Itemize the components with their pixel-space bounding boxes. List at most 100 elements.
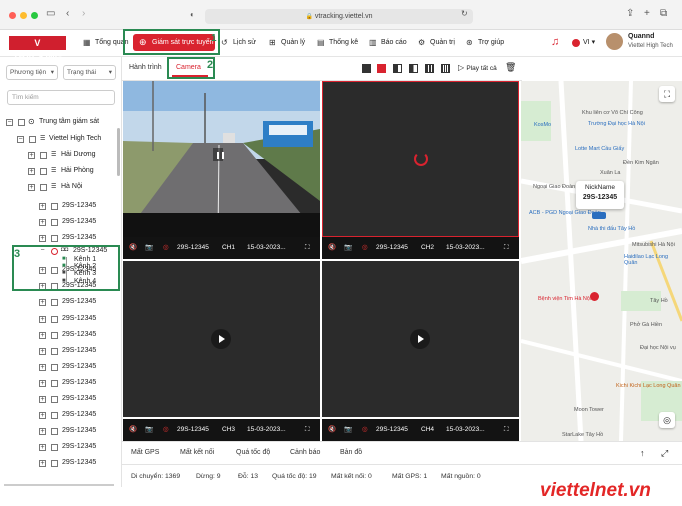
tab-lost-connection[interactable]: Mất kết nối — [180, 449, 214, 456]
tree-vehicle-label[interactable]: 29S-12345 — [62, 331, 96, 338]
snapshot-icon[interactable]: 📷 — [344, 237, 352, 259]
share-icon[interactable]: ⇪ — [626, 8, 634, 19]
close-window-button[interactable] — [9, 12, 16, 19]
video-frame-ch1[interactable] — [123, 81, 320, 237]
tab-warning[interactable]: Cảnh báo — [290, 449, 320, 456]
fullscreen-icon[interactable]: ⛶ — [305, 237, 310, 259]
nav-history[interactable]: ↺ Lịch sử — [221, 33, 256, 52]
tree-expand-group[interactable]: + — [28, 168, 35, 175]
tree-root-label[interactable]: Trung tâm giám sát — [39, 118, 99, 125]
vehicle-marker-icon[interactable] — [592, 212, 606, 219]
tree-expand-vehicle[interactable]: + — [39, 203, 46, 210]
tree-expand-group[interactable]: + — [28, 184, 35, 191]
layout-6-icon[interactable] — [393, 64, 402, 73]
horizontal-scrollbar[interactable] — [4, 484, 114, 486]
tree-checkbox-group[interactable] — [40, 152, 47, 159]
tree-checkbox-vehicle[interactable] — [51, 396, 58, 403]
tree-expand-company[interactable]: − — [17, 136, 24, 143]
tree-group-label[interactable]: Hải Phòng — [61, 167, 94, 174]
play-all-button[interactable]: ▷ Play tất cả — [458, 63, 497, 72]
user-name[interactable]: Quannd — [628, 33, 654, 40]
tree-expand-root[interactable]: − — [6, 119, 13, 126]
forward-icon[interactable]: › — [82, 8, 85, 19]
tree-checkbox-vehicle[interactable] — [51, 428, 58, 435]
tree-expand-vehicle[interactable]: + — [39, 364, 46, 371]
tree-expand-vehicle[interactable]: + — [39, 316, 46, 323]
tree-checkbox-vehicle[interactable] — [51, 460, 58, 467]
vehicle-filter[interactable]: Phương tiện ▾ — [6, 65, 58, 80]
tabs-overview-icon[interactable]: ⧉ — [660, 8, 667, 19]
tree-checkbox-vehicle[interactable] — [51, 380, 58, 387]
record-icon[interactable]: ◎ — [163, 419, 169, 441]
video-frame-ch2[interactable] — [322, 81, 519, 237]
reload-icon[interactable]: ↻ — [461, 9, 468, 18]
tree-group-label[interactable]: Hải Dương — [61, 151, 96, 158]
search-input[interactable]: Tìm kiếm — [7, 90, 115, 105]
tree-checkbox-vehicle[interactable] — [51, 444, 58, 451]
hospital-pin-icon[interactable] — [590, 292, 599, 301]
tree-vehicle-label[interactable]: 29S-12345 — [62, 298, 96, 305]
tree-expand-group[interactable]: + — [28, 152, 35, 159]
tab-lost-gps[interactable]: Mất GPS — [131, 449, 159, 456]
language-select[interactable]: VI ▾ — [583, 38, 595, 46]
tree-checkbox-vehicle[interactable] — [51, 235, 58, 242]
nav-overview[interactable]: ▦ Tổng quan — [83, 33, 128, 52]
play-button[interactable] — [211, 329, 231, 349]
tree-vehicle-label[interactable]: 29S-12345 — [62, 427, 96, 434]
nav-reports[interactable]: ▥ Báo cáo — [369, 33, 407, 52]
tree-expand-vehicle-open[interactable]: − — [39, 247, 46, 255]
expand-icon[interactable]: ⤢ — [661, 448, 668, 459]
tree-vehicle-label[interactable]: 29S-12345 — [62, 218, 96, 225]
tree-checkbox-group[interactable] — [40, 168, 47, 175]
tree-checkbox-vehicle[interactable] — [51, 219, 58, 226]
record-icon[interactable]: ◎ — [163, 237, 169, 259]
record-icon[interactable]: ◎ — [362, 419, 368, 441]
trash-icon[interactable]: 🗑 — [505, 62, 516, 73]
tree-expand-vehicle[interactable]: + — [39, 219, 46, 226]
mute-icon[interactable]: 🔇 — [328, 237, 336, 259]
tree-checkbox-vehicle[interactable] — [51, 316, 58, 323]
tree-expand-vehicle[interactable]: + — [39, 444, 46, 451]
tab-route[interactable]: Hành trình — [129, 64, 162, 71]
tree-expand-vehicle[interactable]: + — [39, 348, 46, 355]
video-frame-ch4[interactable] — [322, 261, 519, 417]
tree-expand-vehicle[interactable]: + — [39, 332, 46, 339]
tree-checkbox-company[interactable] — [29, 136, 36, 143]
tree-checkbox-vehicle[interactable] — [51, 203, 58, 210]
app-logo[interactable]: V TRACKING — [9, 36, 66, 62]
tree-expand-vehicle[interactable]: + — [39, 299, 46, 306]
mute-icon[interactable]: 🔇 — [129, 419, 137, 441]
tree-checkbox-group[interactable] — [40, 184, 47, 191]
tree-scrollbar[interactable] — [117, 128, 120, 176]
layout-16-icon[interactable] — [441, 64, 450, 73]
back-icon[interactable]: ‹ — [66, 8, 69, 19]
tree-vehicle-label[interactable]: 29S-12345 — [62, 443, 96, 450]
tree-vehicle-label[interactable]: 29S-12345 — [62, 363, 96, 370]
url-bar[interactable]: 🔒 vtracking.viettel.vn — [205, 9, 473, 24]
tree-expand-vehicle[interactable]: + — [39, 235, 46, 242]
map-locate-icon[interactable]: ◎ — [659, 412, 675, 428]
zoom-window-button[interactable] — [31, 12, 38, 19]
record-icon[interactable]: ◎ — [362, 237, 368, 259]
nav-admin[interactable]: ⚙ Quản trị — [418, 33, 455, 52]
snapshot-icon[interactable]: 📷 — [344, 419, 352, 441]
tree-channel[interactable]: Kênh 4 — [74, 278, 96, 285]
tree-vehicle-label[interactable]: 29S-12345 — [62, 315, 96, 322]
tree-channel[interactable]: Kênh 3 — [74, 270, 96, 277]
tree-checkbox-vehicle[interactable] — [51, 332, 58, 339]
fullscreen-icon[interactable]: ⛶ — [305, 419, 310, 441]
snapshot-icon[interactable]: 📷 — [145, 419, 153, 441]
new-tab-icon[interactable]: + — [644, 8, 650, 19]
tree-vehicle-label[interactable]: 29S-12345 — [62, 202, 96, 209]
tree-checkbox-vehicle[interactable] — [51, 364, 58, 371]
collapse-up-icon[interactable]: ↑ — [640, 448, 645, 458]
nav-help[interactable]: ⊛ Trợ giúp — [466, 33, 504, 52]
tree-expand-vehicle[interactable]: + — [39, 428, 46, 435]
nav-management[interactable]: ⊞ Quản lý — [269, 33, 305, 52]
layout-4-icon[interactable] — [377, 64, 386, 73]
nav-statistics[interactable]: ▤ Thống kê — [317, 33, 358, 52]
mute-icon[interactable]: 🔇 — [129, 237, 137, 259]
tab-overspeed[interactable]: Quá tốc độ — [236, 449, 270, 456]
tree-checkbox-vehicle[interactable] — [51, 348, 58, 355]
tree-vehicle-label[interactable]: 29S-12345 — [62, 395, 96, 402]
